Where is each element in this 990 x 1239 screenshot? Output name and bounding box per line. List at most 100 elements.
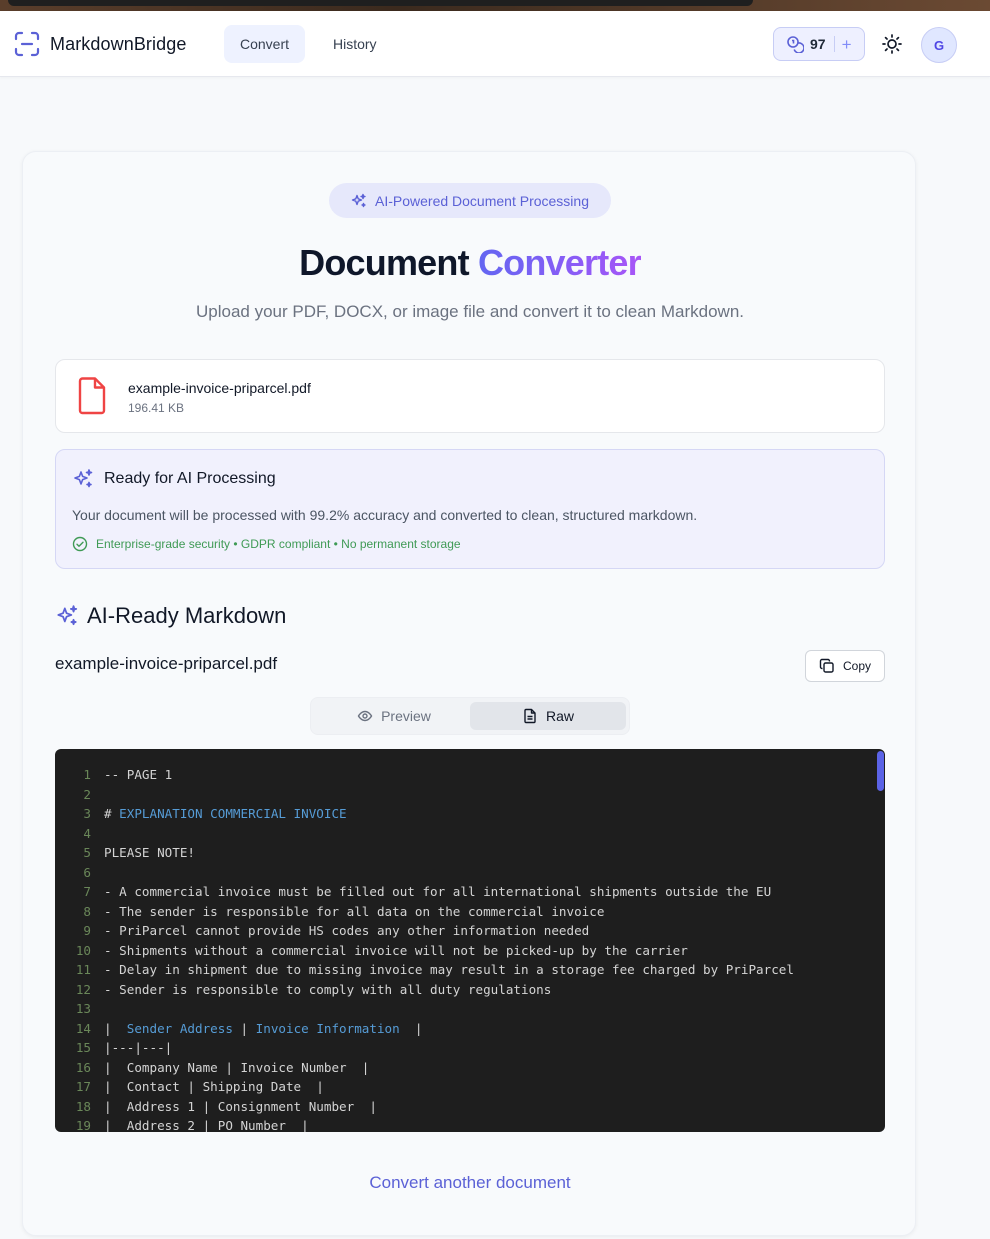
line-text: |---|---| [104,1038,172,1058]
sparkles-icon [74,469,93,488]
line-number: 14 [75,1020,91,1036]
title-accent: Converter [477,242,642,283]
line-text: - Delay in shipment due to missing invoi… [104,960,794,980]
tab-preview-label: Preview [381,708,431,724]
code-line: 15 |---|---| [55,1038,794,1058]
line-number: 5 [83,845,91,860]
credits-count: 97 [810,36,826,52]
line-text: -- PAGE 1 [104,765,172,785]
copy-button[interactable]: Copy [805,650,885,682]
text-token: -- PAGE 1 [104,767,173,782]
result-document-name: example-invoice-priparcel.pdf [55,654,278,673]
code-line: 7 - A commercial invoice must be filled o… [55,882,794,902]
tab-preview[interactable]: Preview [316,702,472,730]
scrollbar-thumb[interactable] [877,751,884,791]
line-number: 16 [75,1059,91,1075]
line-text: - Sender is responsible to comply with a… [104,980,551,1000]
add-credits-button[interactable]: + [842,36,852,53]
code-line: 17 | Contact | Shipping Date | [55,1077,794,1097]
heading-token: Sender Address [126,1020,233,1036]
text-token: | [232,1020,256,1036]
line-number: 15 [75,1040,91,1055]
raw-markdown-viewer[interactable]: 1 -- PAGE 1 2 3 # EXPLANATION COMMERCIAL INV… [55,749,885,1132]
view-mode-toggle: Preview Raw [310,697,630,735]
text-token: - Delay in shipment due to missing invoi… [104,962,794,977]
code-line: 2 [55,785,794,805]
sparkles-icon [57,605,78,626]
sparkles-icon [351,193,366,207]
code-line: 4 [55,824,794,844]
line-text: | Company Name | Invoice Number | [104,1058,369,1078]
line-number: 6 [83,864,91,880]
code-line: 1 -- PAGE 1 [55,765,794,785]
text-token: - Shipments without a commercial invoice… [104,942,688,958]
credits-widget[interactable]: 97 + [773,27,865,61]
text-token: | [399,1020,423,1036]
line-number: 11 [75,962,91,977]
copy-label: Copy [842,659,871,673]
line-text: | Address 1 | Consignment Number | [104,1097,377,1117]
line-number: 10 [75,942,91,958]
file-size: 196.41 KB [128,401,185,415]
security-note: Enterprise-grade security • GDPR complia… [72,536,461,552]
heading-token: Invoice Information [255,1020,400,1036]
copy-icon [819,658,834,673]
code-line: 3 # EXPLANATION COMMERCIAL INVOICE [55,804,794,824]
result-title: AI-Ready Markdown [87,603,287,628]
file-name: example-invoice-priparcel.pdf [128,380,311,396]
text-token: | Address 2 | PO Number | [104,1118,309,1132]
file-icon [78,377,106,415]
code-lines: 1 -- PAGE 1 2 3 # EXPLANATION COMMERCIAL INV… [55,765,794,1132]
scan-logo-icon [14,31,40,57]
ai-badge: AI-Powered Document Processing [329,183,611,218]
line-text: - A commercial invoice must be filled ou… [104,882,771,902]
line-number: 17 [75,1079,91,1094]
convert-another-button[interactable]: Convert another document [23,1173,917,1193]
uploaded-file-card: example-invoice-priparcel.pdf 196.41 KB [55,359,885,433]
brand[interactable]: MarkdownBridge [14,31,186,57]
heading-token: EXPLANATION COMMERCIAL INVOICE [119,806,347,821]
line-number: 3 [83,806,91,821]
line-text: - PriParcel cannot provide HS codes any … [104,921,589,941]
line-number: 9 [83,923,91,938]
text-token: - Sender is responsible to comply with a… [104,981,552,997]
line-number: 13 [75,1001,91,1016]
code-line: 13 [55,999,794,1019]
title-main: Document [299,242,478,283]
line-number: 8 [83,903,91,919]
page-subtitle: Upload your PDF, DOCX, or image file and… [195,302,745,321]
file-text-icon [524,708,536,724]
code-line: 11 - Delay in shipment due to missing inv… [55,960,794,980]
line-text: - Shipments without a commercial invoice… [104,941,688,961]
line-number: 1 [83,767,91,782]
tab-history[interactable]: History [317,25,393,63]
line-number: 2 [83,786,91,802]
code-line: 8 - The sender is responsible for all dat… [55,902,794,922]
text-token: # [104,806,120,821]
divider [833,36,835,52]
tab-raw[interactable]: Raw [470,702,626,730]
brand-name: MarkdownBridge [50,33,187,54]
line-text: - The sender is responsible for all data… [104,902,604,922]
converter-card: AI-Powered Document Processing Document … [22,151,916,1236]
text-token: | Address 1 | Consignment Number | [104,1098,377,1114]
code-line: 14 | Sender Address | Invoice Information… [55,1019,794,1039]
code-line: 18 | Address 1 | Consignment Number | [55,1097,794,1117]
app-header: MarkdownBridge Convert History 97 + G [0,11,990,77]
sun-icon[interactable] [881,33,903,55]
line-text: PLEASE NOTE! [104,843,195,863]
security-text: Enterprise-grade security • GDPR complia… [96,537,461,551]
avatar[interactable]: G [921,27,957,63]
browser-top-strip [0,0,990,11]
line-text: | Address 2 | PO Number | [104,1116,309,1132]
tab-convert[interactable]: Convert [224,25,306,63]
line-number: 12 [75,981,91,997]
text-token: - The sender is responsible for all data… [104,903,605,919]
result-section-title: AI-Ready Markdown [55,603,286,629]
line-text: | Sender Address | Invoice Information | [104,1019,422,1039]
code-line: 9 - PriParcel cannot provide HS codes any… [55,921,794,941]
line-text: | Contact | Shipping Date | [104,1077,324,1097]
text-token: PLEASE NOTE! [104,845,195,860]
line-text: # EXPLANATION COMMERCIAL INVOICE [104,804,347,824]
text-token: | Contact | Shipping Date | [104,1079,324,1094]
